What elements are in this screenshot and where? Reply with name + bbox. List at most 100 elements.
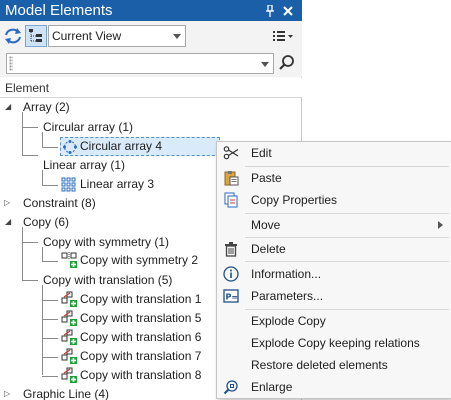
- column-header-element[interactable]: Element: [0, 78, 302, 98]
- grip-icon: [9, 56, 13, 71]
- expanded-triangle-icon[interactable]: ◢: [5, 217, 15, 227]
- tree-node-label: Copy with symmetry 2: [80, 253, 199, 267]
- close-icon[interactable]: [280, 0, 296, 21]
- circular-array-icon: [62, 139, 78, 155]
- refresh-arrows-icon[interactable]: [2, 25, 24, 47]
- tree-node-label: Linear array (1): [43, 158, 126, 172]
- collapsed-triangle-icon[interactable]: ▷: [4, 198, 14, 208]
- chevron-right-icon: [438, 221, 443, 229]
- menu-item-label: Explode Copy keeping relations: [251, 336, 420, 350]
- copy-translation-icon: [61, 291, 77, 307]
- tree-connector: [42, 300, 58, 301]
- parameters-icon: P=: [223, 288, 239, 304]
- tree-node-label: Copy with translation 6: [80, 330, 202, 344]
- pin-icon[interactable]: [262, 0, 278, 21]
- menu-item-label: Restore deleted elements: [251, 358, 388, 372]
- tree-connector: [42, 376, 58, 377]
- tree-node-copy-translation[interactable]: Copy with translation 6: [60, 328, 220, 347]
- tree-node-label: Circular array (1): [43, 120, 134, 134]
- tree-node-label: Copy with translation 7: [80, 349, 202, 363]
- tree-connector: [42, 285, 43, 375]
- view-select-value: Current View: [52, 29, 122, 43]
- tree-node-array[interactable]: ◢ Array (2): [0, 98, 302, 117]
- tree-node-copy-translation[interactable]: Copy with translation 1: [60, 290, 220, 309]
- tree-connector: [42, 132, 43, 147]
- trash-icon: [223, 241, 239, 257]
- tree-node-label: Copy with translation 1: [80, 292, 202, 306]
- tree-connector: [42, 247, 43, 261]
- menu-item-copy-properties[interactable]: Copy Properties: [217, 189, 451, 211]
- menu-item-restore-deleted[interactable]: Restore deleted elements: [217, 354, 451, 376]
- menu-item-label: Delete: [251, 242, 286, 256]
- expanded-triangle-icon[interactable]: ◢: [5, 102, 15, 112]
- tree-node-label: Constraint (8): [23, 196, 96, 210]
- tree-node-label: Copy with symmetry (1): [43, 235, 170, 249]
- tree-node-copy-translation[interactable]: Copy with translation 5: [60, 309, 220, 328]
- copy-translation-icon: [61, 348, 77, 364]
- enlarge-magnifier-icon: [223, 379, 239, 395]
- menu-item-edit[interactable]: Edit: [217, 142, 451, 164]
- copy-translation-icon: [61, 329, 77, 345]
- copy-translation-icon: [61, 310, 77, 326]
- tree-node-copy-symmetry-2[interactable]: Copy with symmetry 2: [60, 251, 220, 270]
- tree-node-label: Array (2): [23, 100, 70, 114]
- paste-clipboard-icon: [223, 170, 239, 186]
- tree-connector: [42, 147, 58, 148]
- menu-item-label: Information...: [251, 267, 322, 281]
- menu-item-label: Enlarge: [251, 380, 293, 394]
- magnifier-icon[interactable]: [276, 53, 298, 74]
- menu-item-explode-copy-keeping-relations[interactable]: Explode Copy keeping relations: [217, 332, 451, 354]
- column-header-label: Element: [5, 81, 50, 95]
- menu-item-label: Parameters...: [251, 289, 324, 303]
- collapsed-triangle-icon[interactable]: ▷: [4, 389, 14, 399]
- tree-node-label: Copy with translation 5: [80, 311, 202, 325]
- menu-item-label: Copy Properties: [251, 193, 338, 207]
- tree-connector: [42, 357, 58, 358]
- panel-toolbar: Current View: [0, 21, 302, 51]
- menu-item-label: Edit: [251, 146, 272, 160]
- tree-node-label: Graphic Line (4): [23, 387, 110, 400]
- menu-item-delete[interactable]: Delete: [217, 238, 451, 260]
- tree-node-label: Copy (6): [23, 215, 70, 229]
- copy-properties-icon: [223, 192, 239, 208]
- chevron-down-icon: [173, 34, 181, 39]
- tree-node-label: Copy with translation (5): [43, 273, 173, 287]
- tree-node-label: Circular array 4: [80, 139, 163, 153]
- menu-item-move[interactable]: Move: [217, 214, 451, 236]
- context-menu: Edit Paste Copy Properties Move Delete I…: [216, 141, 451, 399]
- tree-node-circular-array-group[interactable]: Circular array (1): [0, 118, 302, 137]
- tree-node-label: Copy with translation 8: [80, 368, 202, 382]
- svg-text:P=: P=: [226, 293, 239, 302]
- tree-node-copy-translation[interactable]: Copy with translation 7: [60, 347, 220, 366]
- search-input[interactable]: [6, 53, 274, 74]
- search-row: [0, 51, 302, 77]
- copy-symmetry-icon: [61, 252, 77, 268]
- tree-node-copy-translation[interactable]: Copy with translation 8: [60, 366, 220, 385]
- info-icon: [223, 266, 239, 282]
- tree-node-label: Linear array 3: [80, 177, 155, 191]
- panel-title: Model Elements: [5, 2, 113, 19]
- list-menu-icon[interactable]: [270, 25, 296, 47]
- view-select[interactable]: Current View: [48, 25, 186, 47]
- menu-item-paste[interactable]: Paste: [217, 167, 451, 189]
- tree-connector: [42, 338, 58, 339]
- tree-node-linear-array-3[interactable]: Linear array 3: [60, 175, 220, 194]
- copy-translation-icon: [61, 367, 77, 383]
- scissors-icon: [223, 145, 239, 161]
- menu-item-information[interactable]: Information...: [217, 263, 451, 285]
- menu-item-label: Move: [251, 218, 281, 232]
- menu-separator: [245, 261, 449, 262]
- menu-item-explode-copy[interactable]: Explode Copy: [217, 310, 451, 332]
- tree-connector: [42, 261, 58, 262]
- tree-view-icon[interactable]: [25, 25, 47, 47]
- menu-item-label: Explode Copy: [251, 314, 326, 328]
- chevron-down-icon[interactable]: [261, 62, 269, 67]
- menu-item-enlarge[interactable]: Enlarge: [217, 376, 451, 398]
- tree-node-circular-array-4[interactable]: Circular array 4: [60, 137, 220, 156]
- panel-title-bar: Model Elements: [0, 0, 302, 21]
- menu-item-label: Paste: [251, 171, 282, 185]
- tree-connector: [42, 170, 43, 185]
- menu-item-parameters[interactable]: P= Parameters...: [217, 285, 451, 307]
- tree-connector: [42, 185, 58, 186]
- tree-connector: [42, 319, 58, 320]
